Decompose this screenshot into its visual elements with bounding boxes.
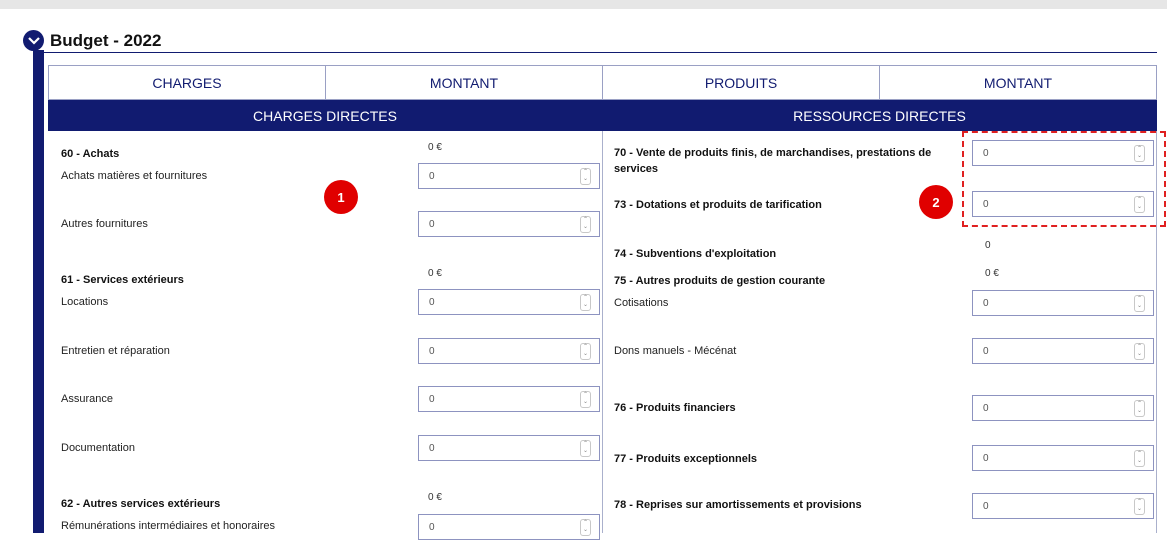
spinner-arrows-icon[interactable]: ⌃ ⌄ bbox=[1134, 498, 1145, 515]
spinner-arrows-icon[interactable]: ⌃ ⌄ bbox=[1134, 295, 1145, 312]
band-ressources-directes: RESSOURCES DIRECTES bbox=[602, 100, 1157, 131]
p77-input[interactable]: 0 ⌃ ⌄ bbox=[972, 445, 1154, 471]
cotisations-input[interactable]: 0 ⌃ ⌄ bbox=[972, 290, 1154, 316]
group-62-total: 0 € bbox=[428, 492, 442, 503]
p78-label: 78 - Reprises sur amortissements et prov… bbox=[614, 499, 862, 511]
callout-badge-1: 1 bbox=[324, 180, 358, 214]
p77-label: 77 - Produits exceptionnels bbox=[614, 453, 758, 465]
assurance-input[interactable]: 0 ⌃ ⌄ bbox=[418, 386, 600, 412]
p70-label-line2: services bbox=[614, 163, 659, 175]
column-divider bbox=[602, 131, 603, 533]
callout-highlight-box bbox=[962, 131, 1166, 227]
locations-input[interactable]: 0 ⌃ ⌄ bbox=[418, 289, 600, 315]
dons-input[interactable]: 0 ⌃ ⌄ bbox=[972, 338, 1154, 364]
dons-label: Dons manuels - Mécénat bbox=[614, 345, 737, 357]
cotisations-label: Cotisations bbox=[614, 297, 669, 309]
p76-label: 76 - Produits financiers bbox=[614, 402, 736, 414]
locations-label: Locations bbox=[61, 296, 109, 308]
assurance-label: Assurance bbox=[61, 393, 113, 405]
section-rail bbox=[33, 50, 44, 533]
spinner-arrows-icon[interactable]: ⌃ ⌄ bbox=[580, 519, 591, 536]
spinner-arrows-icon[interactable]: ⌃ ⌄ bbox=[580, 391, 591, 408]
p74-total: 0 bbox=[985, 240, 991, 251]
callout-badge-2: 2 bbox=[919, 185, 953, 219]
achats-matieres-input[interactable]: 0 ⌃ ⌄ bbox=[418, 163, 600, 189]
entretien-input[interactable]: 0 ⌃ ⌄ bbox=[418, 338, 600, 364]
p78-input[interactable]: 0 ⌃ ⌄ bbox=[972, 493, 1154, 519]
achats-matieres-label: Achats matières et fournitures bbox=[61, 170, 208, 182]
p74-label: 74 - Subventions d'exploitation bbox=[614, 248, 777, 260]
spinner-arrows-icon[interactable]: ⌃ ⌄ bbox=[1134, 343, 1145, 360]
header-charges: CHARGES bbox=[48, 65, 326, 100]
spinner-arrows-icon[interactable]: ⌃ ⌄ bbox=[1134, 450, 1145, 467]
documentation-input[interactable]: 0 ⌃ ⌄ bbox=[418, 435, 600, 461]
chevron-down-icon bbox=[27, 36, 40, 45]
group-61-label: 61 - Services extérieurs bbox=[61, 274, 184, 286]
spinner-arrows-icon[interactable]: ⌃ ⌄ bbox=[580, 216, 591, 233]
p73-label: 73 - Dotations et produits de tarificati… bbox=[614, 199, 822, 211]
documentation-label: Documentation bbox=[61, 442, 135, 454]
group-62-label: 62 - Autres services extérieurs bbox=[61, 498, 221, 510]
p75-total: 0 € bbox=[985, 268, 999, 279]
group-61-total: 0 € bbox=[428, 268, 442, 279]
section-toggle-button[interactable] bbox=[23, 30, 44, 51]
p76-input[interactable]: 0 ⌃ ⌄ bbox=[972, 395, 1154, 421]
spinner-arrows-icon[interactable]: ⌃ ⌄ bbox=[580, 440, 591, 457]
header-produits: PRODUITS bbox=[602, 65, 880, 100]
entretien-label: Entretien et réparation bbox=[61, 345, 170, 357]
p70-label-line1: 70 - Vente de produits finis, de marchan… bbox=[614, 147, 932, 159]
p75-label: 75 - Autres produits de gestion courante bbox=[614, 275, 826, 287]
title-divider bbox=[44, 52, 1157, 53]
remunerations-label: Rémunérations intermédiaires et honorair… bbox=[61, 520, 275, 532]
spinner-arrows-icon[interactable]: ⌃ ⌄ bbox=[1134, 400, 1145, 417]
header-montant-charges: MONTANT bbox=[325, 65, 603, 100]
header-montant-produits: MONTANT bbox=[879, 65, 1157, 100]
spinner-arrows-icon[interactable]: ⌃ ⌄ bbox=[580, 294, 591, 311]
remunerations-input[interactable]: 0 ⌃ ⌄ bbox=[418, 514, 600, 540]
autres-fournitures-label: Autres fournitures bbox=[61, 218, 148, 230]
spinner-arrows-icon[interactable]: ⌃ ⌄ bbox=[580, 343, 591, 360]
group-60-label: 60 - Achats bbox=[61, 148, 120, 160]
spinner-arrows-icon[interactable]: ⌃ ⌄ bbox=[580, 168, 591, 185]
section-title: Budget - 2022 bbox=[50, 31, 162, 50]
top-shade bbox=[0, 0, 1167, 9]
band-charges-directes: CHARGES DIRECTES bbox=[48, 100, 602, 131]
group-60-total: 0 € bbox=[428, 142, 442, 153]
autres-fournitures-input[interactable]: 0 ⌃ ⌄ bbox=[418, 211, 600, 237]
